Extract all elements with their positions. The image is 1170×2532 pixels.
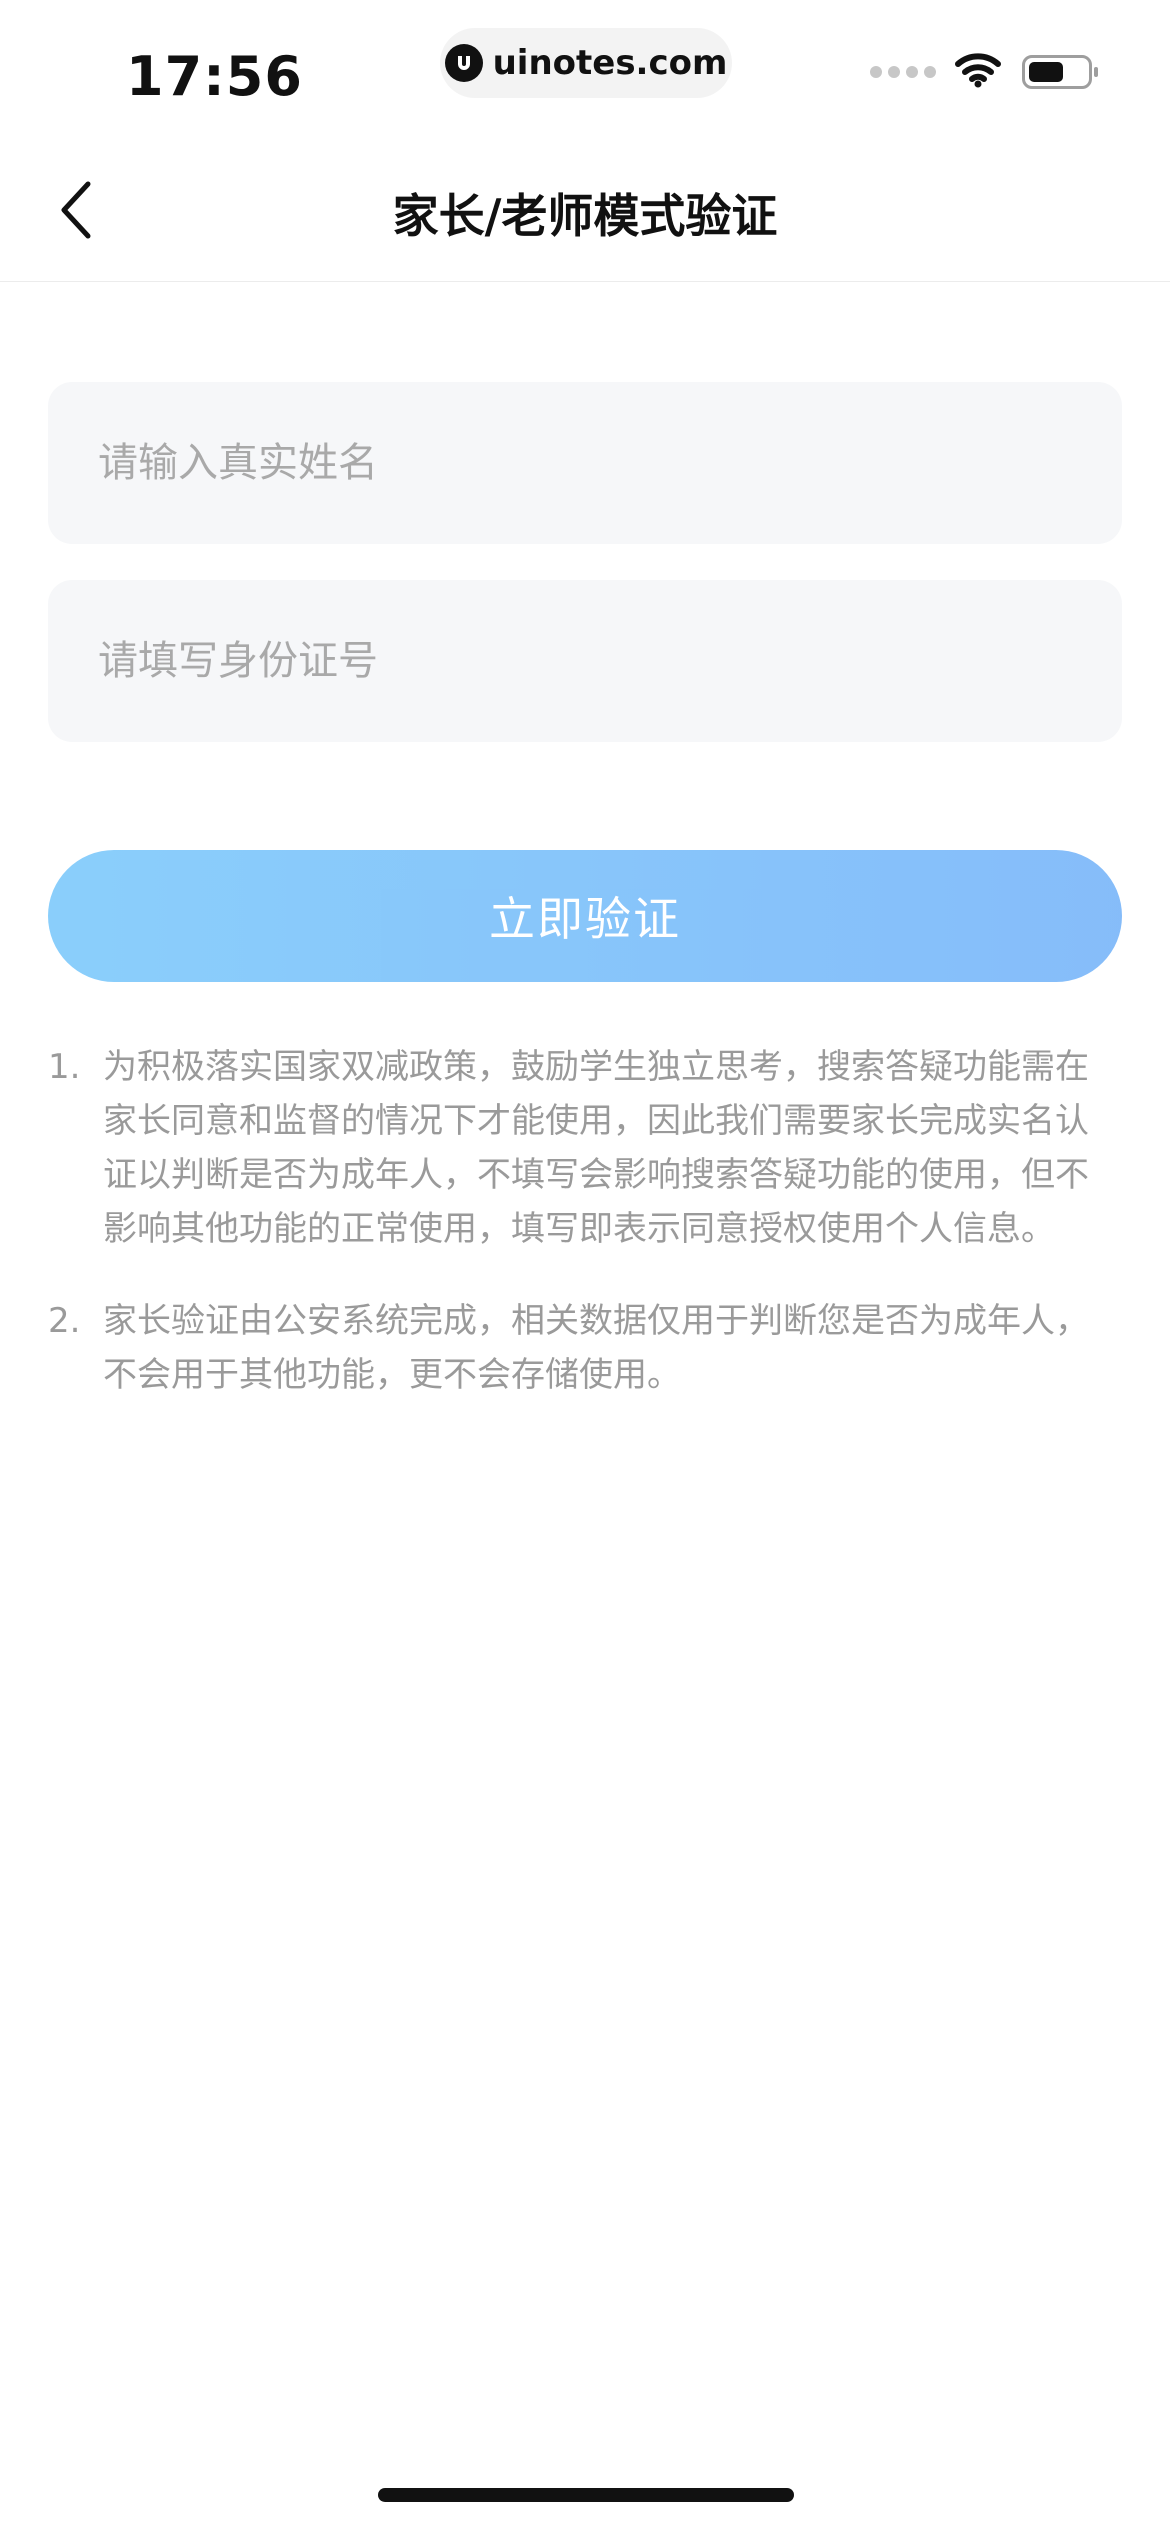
real-name-field-wrapper — [48, 382, 1122, 544]
note-number: 2. — [48, 1301, 81, 1341]
note-text: 家长验证由公安系统完成，相关数据仅用于判断您是否为成年人，不会用于其他功能，更不… — [103, 1301, 1089, 1395]
site-logo-icon — [444, 44, 483, 82]
signal-dots-icon — [864, 66, 936, 78]
note-number: 1. — [48, 1047, 81, 1087]
id-number-field-wrapper — [48, 580, 1122, 742]
note-text: 为积极落实国家双减政策，鼓励学生独立思考，搜索答疑功能需在家长同意和监督的情况下… — [103, 1047, 1089, 1249]
page-title: 家长/老师模式验证 — [392, 189, 778, 243]
nav-bar: 家长/老师模式验证 — [0, 140, 1170, 282]
real-name-input[interactable] — [48, 382, 1122, 544]
page: 17:56 uinotes.com 家长/老师模式验证 请输入真实姓名 请填写身… — [0, 0, 1170, 2532]
home-indicator[interactable] — [378, 2488, 794, 2502]
status-time: 17:56 — [126, 45, 303, 108]
status-bar: 17:56 uinotes.com — [0, 0, 1170, 140]
id-number-input[interactable] — [48, 580, 1122, 742]
notes-list: 1. 为积极落实国家双减政策，鼓励学生独立思考，搜索答疑功能需在家长同意和监督的… — [48, 1040, 1122, 1440]
url-text: uinotes.com — [492, 43, 728, 83]
verify-button[interactable]: 立即验证 — [48, 850, 1122, 982]
url-pill[interactable]: uinotes.com — [440, 28, 732, 98]
battery-icon — [1022, 55, 1098, 89]
status-icons — [864, 52, 1098, 92]
note-item: 2. 家长验证由公安系统完成，相关数据仅用于判断您是否为成年人，不会用于其他功能… — [48, 1294, 1122, 1402]
wifi-icon — [954, 52, 1002, 92]
note-item: 1. 为积极落实国家双减政策，鼓励学生独立思考，搜索答疑功能需在家长同意和监督的… — [48, 1040, 1122, 1256]
